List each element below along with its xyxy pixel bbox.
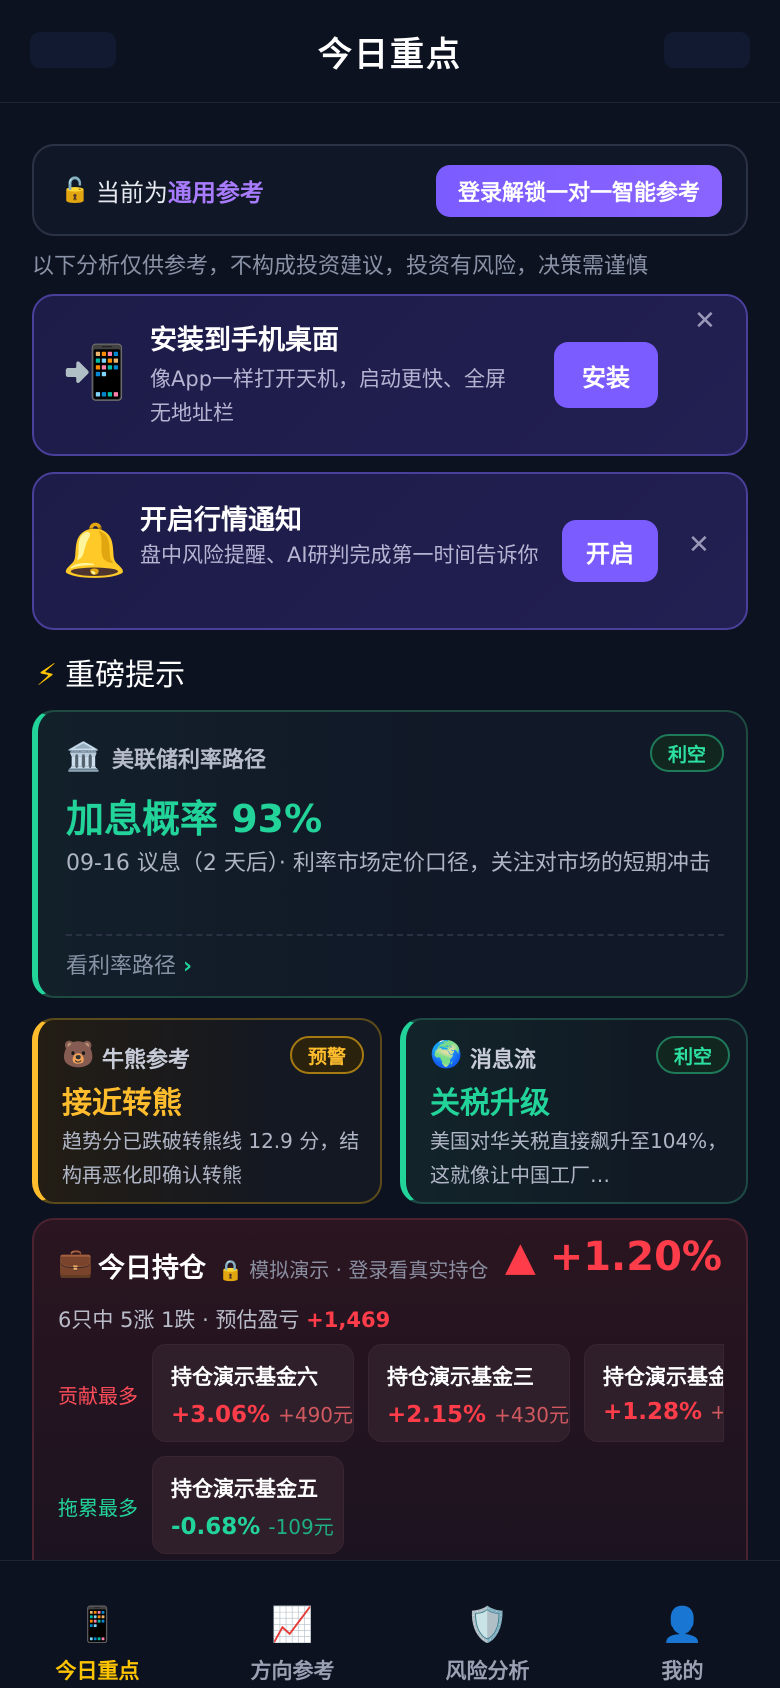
notify-enable-button[interactable]: 开启 bbox=[562, 520, 658, 582]
briefcase-icon: 💼 bbox=[58, 1246, 93, 1279]
holdings-summary: 6只中 5涨 1跌 · 预估盈亏 +1,469 bbox=[58, 1304, 390, 1334]
top-detractors-label: 拖累最多 bbox=[58, 1496, 138, 1520]
fund-amount: +430元 bbox=[494, 1403, 570, 1427]
fund-name: 持仓演示基金三 bbox=[387, 1365, 534, 1389]
fund-name: 持仓演示基金 bbox=[603, 1365, 724, 1389]
bear-icon: 🐻 bbox=[62, 1040, 95, 1070]
fed-rate-card[interactable]: 🏛️ 美联储利率路径 利空 加息概率 93% 09-16 议息（2 天后）· 利… bbox=[32, 710, 748, 998]
install-button[interactable]: 安装 bbox=[554, 342, 658, 408]
fund-card[interactable]: 持仓演示基金三 +2.15% +430元 bbox=[368, 1344, 570, 1442]
notify-card: 🔔 开启行情通知 盘中风险提醒、AI研判完成第一时间告诉你 开启 ✕ bbox=[32, 472, 748, 630]
bell-icon: 🔔 bbox=[62, 521, 127, 581]
holdings-card[interactable]: 💼 今日持仓 🔒 模拟演示 · 登录看真实持仓 ▲ +1.20% 6只中 5涨 … bbox=[32, 1218, 748, 1618]
fund-amount: +490元 bbox=[278, 1403, 354, 1427]
warning-tag: 预警 bbox=[289, 1036, 364, 1074]
bottom-nav: 📱 今日重点 📈 方向参考 🛡️ 风险分析 👤 我的 bbox=[0, 1560, 780, 1688]
holdings-change: ▲ +1.20% bbox=[505, 1234, 722, 1280]
bull-bear-desc: 趋势分已跌破转熊线 12.9 分，结构再恶化即确认转熊 bbox=[62, 1129, 360, 1187]
fund-card[interactable]: 持仓演示基金六 +3.06% +490元 bbox=[152, 1344, 354, 1442]
rate-path-link-label: 看利率路径 bbox=[66, 954, 177, 979]
nav-label: 今日重点 bbox=[55, 1659, 140, 1683]
nav-label: 我的 bbox=[661, 1659, 704, 1683]
phone-icon: 📱 bbox=[76, 1605, 119, 1645]
bank-icon: 🏛️ bbox=[66, 740, 101, 773]
notify-title: 开启行情通知 bbox=[140, 505, 302, 536]
mode-name: 通用参考 bbox=[167, 178, 264, 207]
nav-direction[interactable]: 📈 方向参考 bbox=[195, 1561, 390, 1688]
news-desc: 美国对华关税直接飙升至104%，这就像让中国工厂… bbox=[430, 1129, 728, 1187]
notify-close-icon[interactable]: ✕ bbox=[688, 530, 710, 560]
disclaimer-text: 以下分析仅供参考，不构成投资建议，投资有风险，决策需谨慎 bbox=[32, 254, 649, 279]
install-card: 📲 安装到手机桌面 像App一样打开天机，启动更快、全屏无地址栏 安装 ✕ bbox=[32, 294, 748, 456]
holdings-subtitle[interactable]: 🔒 模拟演示 · 登录看真实持仓 bbox=[218, 1254, 488, 1283]
header-left-placeholder[interactable] bbox=[30, 32, 116, 68]
news-headline: 关税升级 bbox=[430, 1086, 550, 1121]
nav-label: 风险分析 bbox=[445, 1659, 530, 1683]
fed-topic: 美联储利率路径 bbox=[112, 748, 267, 773]
fund-pct: -0.68% bbox=[171, 1514, 261, 1540]
news-topic: 消息流 bbox=[470, 1048, 537, 1073]
fed-headline: 加息概率 93% bbox=[66, 797, 323, 841]
fund-amount: -109元 bbox=[268, 1515, 334, 1539]
notify-desc: 盘中风险提醒、AI研判完成第一时间告诉你 bbox=[140, 543, 539, 567]
news-card[interactable]: 🌍 消息流 利空 关税升级 美国对华关税直接飙升至104%，这就像让中国工厂… bbox=[400, 1018, 748, 1204]
unlock-icon: 🔓 bbox=[60, 176, 90, 204]
nav-profile[interactable]: 👤 我的 bbox=[585, 1561, 780, 1688]
chevron-right-icon: › bbox=[183, 954, 193, 979]
news-bearish-tag: 利空 bbox=[655, 1036, 730, 1074]
lightning-icon: ⚡ bbox=[36, 658, 58, 693]
mode-bar: 🔓 当前为 通用参考 登录解锁一对一智能参考 bbox=[32, 144, 748, 236]
fund-change: +2.15% +430元 bbox=[387, 1399, 569, 1428]
globe-icon: 🌍 bbox=[430, 1040, 463, 1070]
fund-amount: +3 bbox=[710, 1400, 723, 1424]
page-title: 今日重点 bbox=[318, 34, 462, 75]
fund-pct: +1.28% bbox=[603, 1399, 703, 1425]
holdings-title: 今日持仓 bbox=[98, 1253, 206, 1284]
install-title: 安装到手机桌面 bbox=[150, 325, 339, 356]
user-icon: 👤 bbox=[661, 1605, 704, 1645]
nav-risk[interactable]: 🛡️ 风险分析 bbox=[390, 1561, 585, 1688]
fund-name: 持仓演示基金五 bbox=[171, 1477, 318, 1501]
header-right-placeholder[interactable] bbox=[664, 32, 750, 68]
fund-change: +3.06% +490元 bbox=[171, 1399, 353, 1428]
chart-up-icon: 📈 bbox=[271, 1605, 314, 1645]
rate-path-link[interactable]: 看利率路径 › bbox=[66, 948, 192, 980]
login-unlock-button[interactable]: 登录解锁一对一智能参考 bbox=[435, 165, 722, 217]
alerts-section-label: 重磅提示 bbox=[65, 658, 186, 693]
divider bbox=[66, 934, 724, 936]
holdings-pnl: +1,469 bbox=[306, 1308, 391, 1332]
bull-bear-topic: 牛熊参考 bbox=[102, 1048, 191, 1073]
fund-change: -0.68% -109元 bbox=[171, 1511, 334, 1540]
fund-card[interactable]: 持仓演示基金 +1.28% +3 bbox=[584, 1344, 724, 1442]
fed-bearish-tag: 利空 bbox=[649, 734, 724, 772]
fund-name: 持仓演示基金六 bbox=[171, 1365, 318, 1389]
holdings-summary-text: 6只中 5涨 1跌 · 预估盈亏 bbox=[58, 1308, 300, 1332]
fed-desc: 09-16 议息（2 天后）· 利率市场定价口径，关注对市场的短期冲击 bbox=[66, 851, 711, 876]
install-close-icon[interactable]: ✕ bbox=[694, 306, 716, 336]
nav-label: 方向参考 bbox=[250, 1659, 335, 1683]
bull-bear-card[interactable]: 🐻 牛熊参考 预警 接近转熊 趋势分已跌破转熊线 12.9 分，结构再恶化即确认… bbox=[32, 1018, 382, 1204]
install-phone-icon: 📲 bbox=[62, 343, 127, 403]
mode-prefix: 当前为 bbox=[95, 178, 168, 207]
fund-change: +1.28% +3 bbox=[603, 1399, 723, 1425]
alerts-section-title: ⚡ 重磅提示 bbox=[36, 650, 185, 694]
top-contributors-label: 贡献最多 bbox=[58, 1384, 138, 1408]
bull-bear-headline: 接近转熊 bbox=[62, 1086, 182, 1121]
shield-icon: 🛡️ bbox=[466, 1605, 509, 1645]
fund-pct: +3.06% bbox=[171, 1402, 271, 1428]
app-header: 今日重点 bbox=[0, 0, 780, 103]
fund-pct: +2.15% bbox=[387, 1402, 487, 1428]
nav-today-focus[interactable]: 📱 今日重点 bbox=[0, 1561, 195, 1688]
install-desc: 像App一样打开天机，启动更快、全屏无地址栏 bbox=[150, 367, 507, 425]
fund-card[interactable]: 持仓演示基金五 -0.68% -109元 bbox=[152, 1456, 344, 1554]
